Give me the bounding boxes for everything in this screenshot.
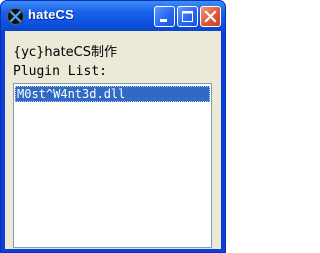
window-title: hateCS xyxy=(28,7,74,22)
plugin-list-item[interactable]: M0st^W4nt3d.dll xyxy=(15,86,210,102)
maximize-icon xyxy=(182,11,193,22)
minimize-icon xyxy=(160,19,167,22)
plugin-listbox[interactable]: M0st^W4nt3d.dll xyxy=(13,83,212,248)
author-caption: {yc}hateCS制作 xyxy=(13,45,118,60)
app-window: hateCS {yc}hateCS制作 Plugin List: M0st^W4… xyxy=(0,0,226,253)
maximize-button[interactable] xyxy=(177,6,198,27)
plugin-list-label: Plugin List: xyxy=(13,64,107,79)
minimize-button[interactable] xyxy=(154,6,175,27)
close-icon xyxy=(204,10,217,23)
title-bar[interactable]: hateCS xyxy=(1,1,225,31)
client-area: {yc}hateCS制作 Plugin List: M0st^W4nt3d.dl… xyxy=(5,31,221,249)
app-icon[interactable] xyxy=(7,8,24,25)
close-button[interactable] xyxy=(200,6,221,27)
